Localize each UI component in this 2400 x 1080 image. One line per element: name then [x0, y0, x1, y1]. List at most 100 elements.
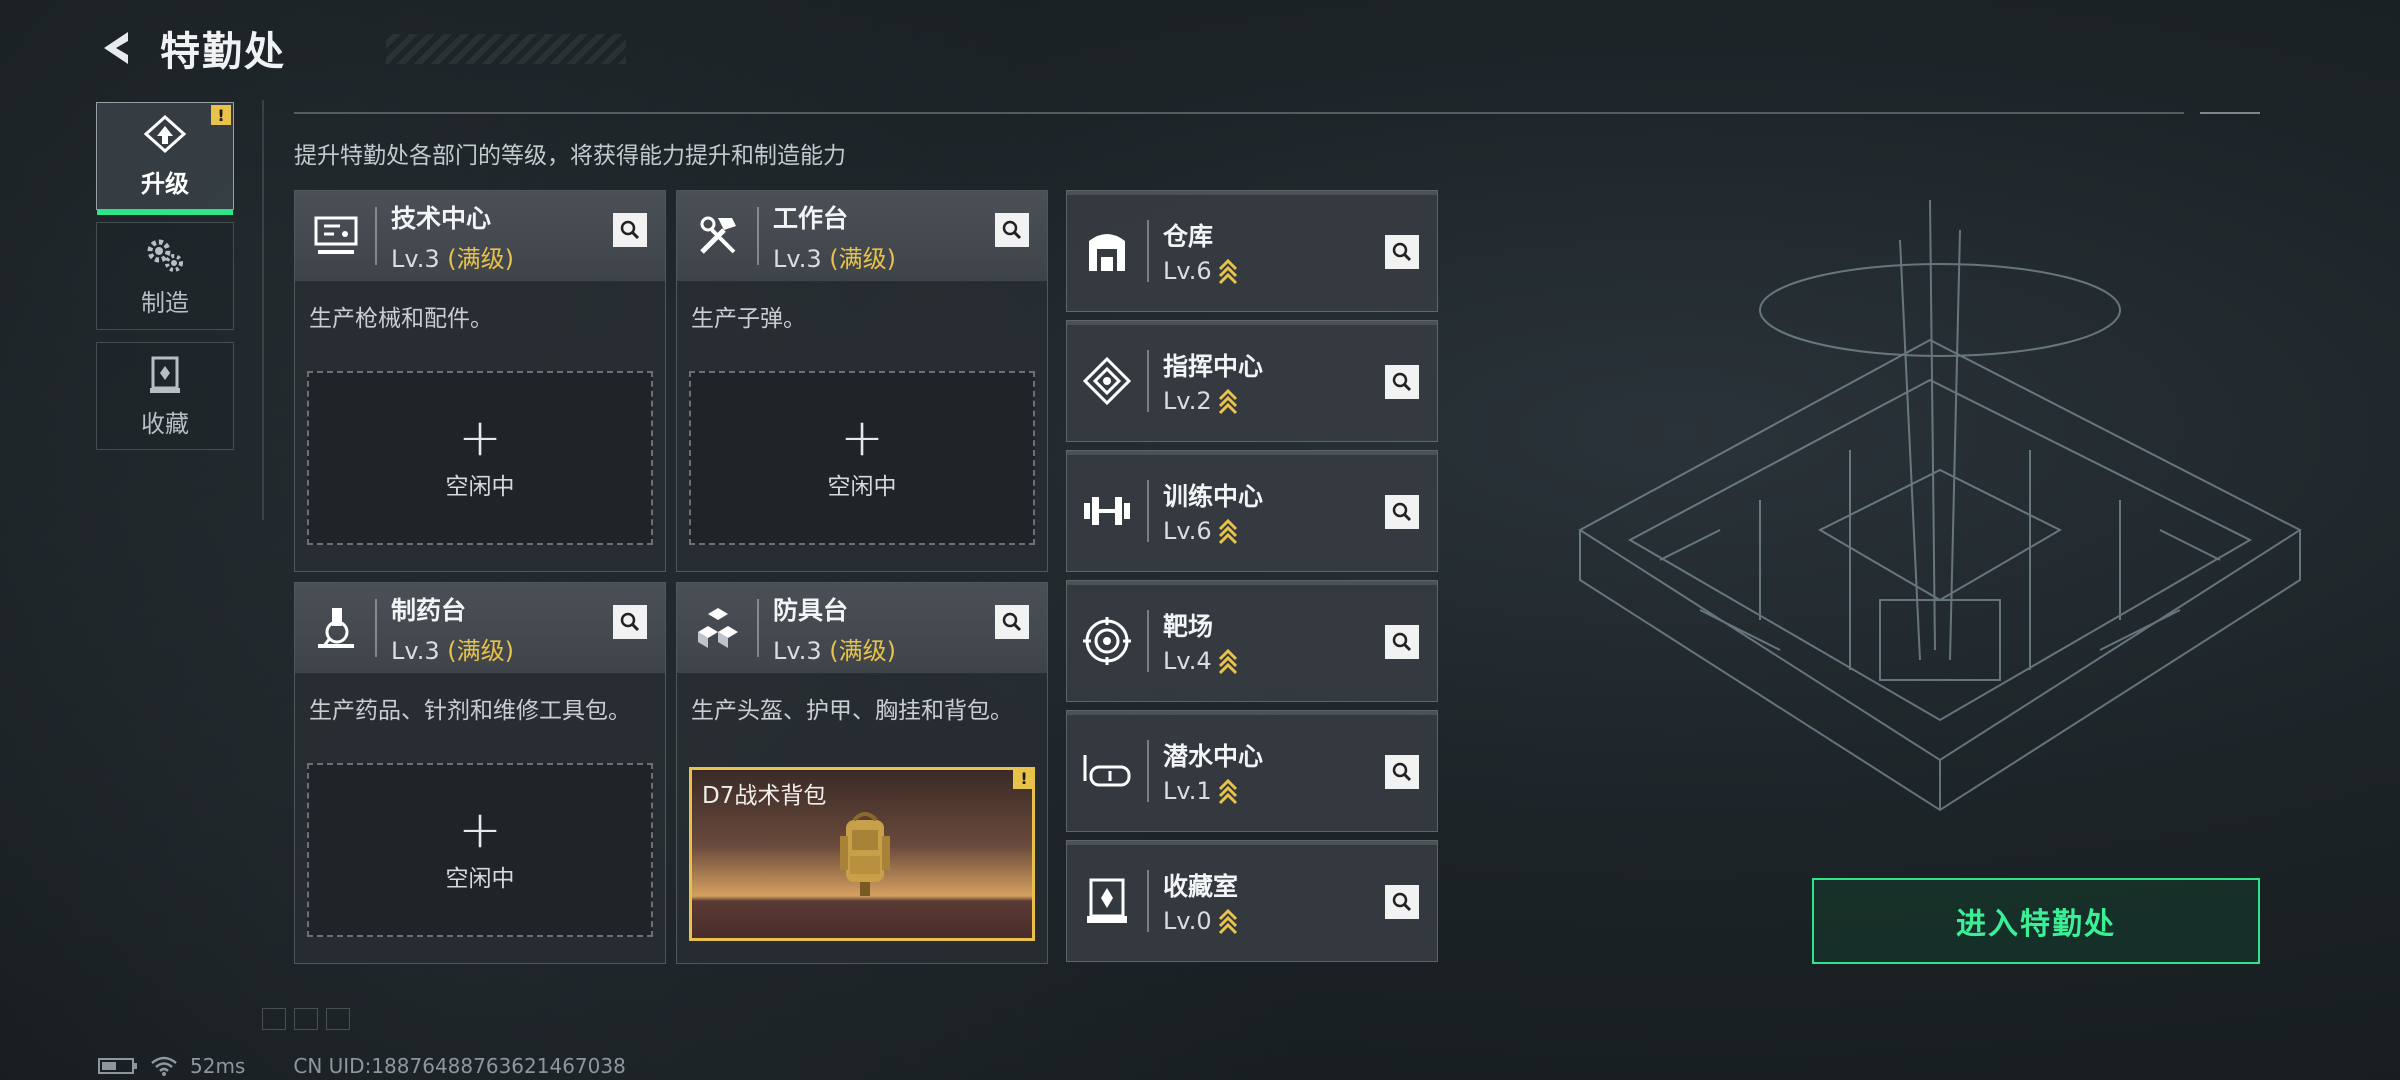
microscope-icon [311, 603, 361, 653]
inspect-button[interactable] [1385, 365, 1419, 399]
separator [757, 599, 759, 657]
nav-label: 收藏 [141, 409, 189, 438]
card-description: 生产子弹。 [691, 306, 806, 332]
level-value: Lv.1 [1163, 777, 1212, 805]
inspect-button[interactable] [995, 213, 1029, 247]
crafting-item-slot[interactable]: D7战术背包 ! [689, 767, 1035, 941]
search-icon [1392, 632, 1412, 652]
upgrade-arrows-icon [1218, 389, 1237, 415]
level-value: Lv.3 [773, 244, 822, 273]
inspect-button[interactable] [995, 605, 1029, 639]
card-header: 工作台 Lv.3 (满级) [677, 191, 1047, 281]
title-decoration [386, 34, 626, 64]
collection-icon [150, 356, 180, 393]
nav-item-upgrade[interactable]: ! 升级 [96, 102, 234, 215]
nav-item-craft[interactable]: 制造 [96, 222, 234, 330]
upgrade-arrows-icon [1218, 649, 1237, 675]
slot-status: 空闲中 [445, 866, 515, 892]
card-title: 仓库 [1163, 222, 1214, 251]
back-arrow-icon [104, 32, 128, 64]
search-icon [1392, 242, 1412, 262]
separator [1147, 610, 1149, 672]
card-level: Lv.0 [1163, 907, 1238, 935]
card-collection-room: 收藏室 Lv.0 [1066, 840, 1438, 962]
card-title: 训练中心 [1163, 482, 1264, 511]
plus-icon: + [458, 408, 502, 468]
inspect-button[interactable] [1385, 755, 1419, 789]
card-level: Lv.3 (满级) [391, 631, 514, 666]
inspect-button[interactable] [1385, 235, 1419, 269]
battery-icon [98, 1058, 137, 1074]
card-title: 靶场 [1163, 612, 1214, 641]
upgrade-arrows-icon [1218, 519, 1237, 545]
max-level-tag: (满级) [447, 244, 514, 273]
alert-badge: ! [211, 105, 231, 125]
search-icon [1392, 372, 1412, 392]
separator [1147, 220, 1149, 282]
card-title: 收藏室 [1163, 872, 1239, 901]
inspect-button[interactable] [613, 605, 647, 639]
card-warehouse: 仓库 Lv.6 [1066, 190, 1438, 312]
display-case-icon [1081, 875, 1133, 927]
idle-slot[interactable]: + 空闲中 [689, 371, 1035, 545]
separator [1147, 870, 1149, 932]
nav-label: 升级 [141, 169, 189, 198]
card-title: 制药台 [391, 595, 467, 625]
card-level: Lv.1 [1163, 777, 1263, 805]
top-divider [294, 112, 2184, 114]
level-value: Lv.3 [391, 244, 440, 273]
separator [375, 207, 377, 265]
card-pharmacy: 制药台 Lv.3 (满级) 生产药品、针剂和维修工具包。 + 空闲中 [294, 582, 666, 964]
card-title: 指挥中心 [1163, 352, 1264, 381]
target-icon [1081, 615, 1133, 667]
command-center-icon [1081, 355, 1133, 407]
card-title: 防具台 [773, 595, 849, 625]
backpack-image [840, 812, 890, 896]
dumbbell-icon [1081, 485, 1133, 537]
level-value: Lv.2 [1163, 387, 1212, 415]
inspect-button[interactable] [1385, 885, 1419, 919]
search-icon [620, 220, 640, 240]
card-description: 生产枪械和配件。 [309, 306, 493, 332]
separator [1147, 740, 1149, 802]
warehouse-icon [1081, 225, 1133, 277]
footer-decoration [262, 1008, 422, 1034]
item-name: D7战术背包 [702, 783, 827, 809]
nav-item-collection[interactable]: 收藏 [96, 342, 234, 450]
diving-mask-icon [1081, 745, 1133, 797]
monitor-icon [311, 211, 361, 261]
card-training-center: 训练中心 Lv.6 [1066, 450, 1438, 572]
card-title: 技术中心 [391, 203, 492, 233]
card-level: Lv.3 (满级) [773, 631, 896, 666]
level-value: Lv.6 [1163, 517, 1212, 545]
card-armor-bench: 防具台 Lv.3 (满级) 生产头盔、护甲、胸挂和背包。 D7战术背包 ! [676, 582, 1048, 964]
nav-divider [262, 100, 264, 520]
card-level: Lv.3 (满级) [391, 239, 514, 274]
upgrade-arrows-icon [1218, 909, 1237, 935]
ping-value: 52ms [190, 1054, 246, 1078]
level-value: Lv.6 [1163, 257, 1212, 285]
inspect-button[interactable] [1385, 625, 1419, 659]
idle-slot[interactable]: + 空闲中 [307, 371, 653, 545]
nav-label: 制造 [141, 288, 189, 317]
back-button[interactable] [96, 26, 140, 70]
level-value: Lv.3 [391, 636, 440, 665]
card-title: 工作台 [773, 203, 849, 233]
alert-badge: ! [1013, 770, 1032, 789]
idle-slot[interactable]: + 空闲中 [307, 763, 653, 937]
level-value: Lv.3 [773, 636, 822, 665]
inspect-button[interactable] [613, 213, 647, 247]
inspect-button[interactable] [1385, 495, 1419, 529]
card-level: Lv.4 [1163, 647, 1238, 675]
max-level-tag: (满级) [829, 244, 896, 273]
card-level: Lv.6 [1163, 517, 1263, 545]
page-description: 提升特勤处各部门的等级，将获得能力提升和制造能力 [294, 143, 846, 169]
search-icon [1002, 220, 1022, 240]
status-bar: 52ms CN UID:18876488763621467038 [98, 1054, 626, 1078]
enter-special-ops-button[interactable]: 进入特勤处 [1812, 878, 2260, 964]
search-icon [1392, 762, 1412, 782]
card-level: Lv.3 (满级) [773, 239, 896, 274]
wifi-icon [151, 1056, 177, 1076]
cubes-icon [693, 603, 743, 653]
card-workbench: 工作台 Lv.3 (满级) 生产子弹。 + 空闲中 [676, 190, 1048, 572]
